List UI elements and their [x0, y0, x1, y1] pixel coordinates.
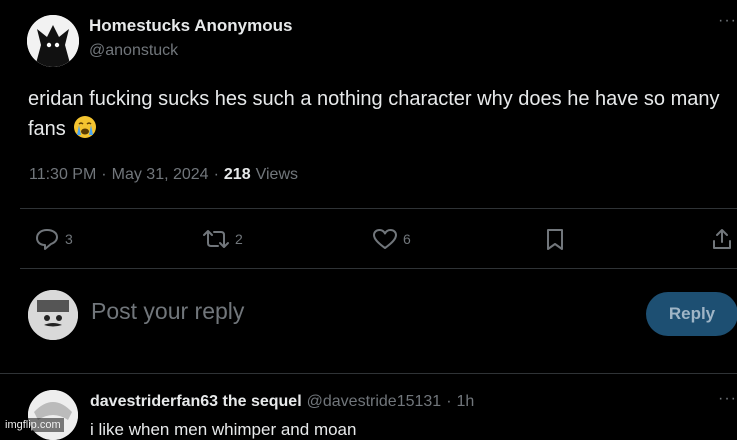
author-name[interactable]: Homestucks Anonymous — [89, 16, 292, 36]
like-count: 6 — [403, 231, 411, 247]
reply-author-handle[interactable]: @davestride15131 — [307, 393, 442, 411]
reply-separator: · — [446, 393, 452, 410]
author-avatar[interactable] — [27, 15, 79, 67]
reply-button[interactable]: Reply — [646, 292, 737, 336]
views-label: Views — [255, 166, 298, 183]
divider-actions — [20, 268, 737, 269]
avatar-silhouette-icon — [27, 15, 79, 67]
retweet-count: 2 — [235, 231, 243, 247]
reply-count: 3 — [65, 231, 73, 247]
views-count: 218 — [223, 166, 251, 183]
retweet-action[interactable]: 2 — [202, 227, 243, 251]
reply-author-avatar[interactable] — [28, 390, 78, 440]
author-handle[interactable]: @anonstuck — [89, 42, 178, 60]
reply-action[interactable]: 3 — [34, 227, 73, 251]
reply-text: i like when men whimper and moan — [90, 420, 357, 439]
reply-icon — [36, 229, 58, 250]
tweet-meta: 11:30 PM · May 31, 2024 · 218 Views — [29, 166, 298, 184]
watermark: imgflip.com — [2, 418, 64, 432]
reply-more-options-icon[interactable]: ··· — [718, 390, 737, 408]
reply-input[interactable]: Post your reply — [91, 298, 611, 325]
crying-emoji-icon — [73, 115, 97, 148]
tweet-time[interactable]: 11:30 PM — [29, 166, 96, 184]
divider-top — [20, 208, 737, 209]
bookmark-icon — [547, 229, 563, 250]
face-avatar-icon — [28, 290, 78, 340]
reply-header: davestriderfan63 the sequel @davestride1… — [90, 393, 474, 411]
bookmark-action[interactable] — [544, 227, 566, 251]
reply-time[interactable]: 1h — [457, 393, 475, 411]
retweet-icon — [203, 230, 229, 248]
meta-separator-2: · — [213, 166, 219, 183]
heart-icon — [373, 229, 397, 249]
more-options-icon[interactable]: ··· — [718, 12, 737, 30]
tweet-text-body: eridan fucking sucks hes such a nothing … — [28, 88, 720, 140]
share-action[interactable] — [710, 227, 734, 251]
share-icon — [713, 229, 731, 249]
divider-bottom — [0, 373, 737, 374]
reply-author-name[interactable]: davestriderfan63 the sequel — [90, 393, 302, 411]
my-avatar[interactable] — [28, 290, 78, 340]
meta-separator: · — [101, 166, 107, 183]
tweet-date[interactable]: May 31, 2024 — [112, 166, 209, 184]
reply-avatar-icon — [28, 390, 78, 440]
tweet-text: eridan fucking sucks hes such a nothing … — [28, 84, 728, 148]
like-action[interactable]: 6 — [372, 227, 411, 251]
